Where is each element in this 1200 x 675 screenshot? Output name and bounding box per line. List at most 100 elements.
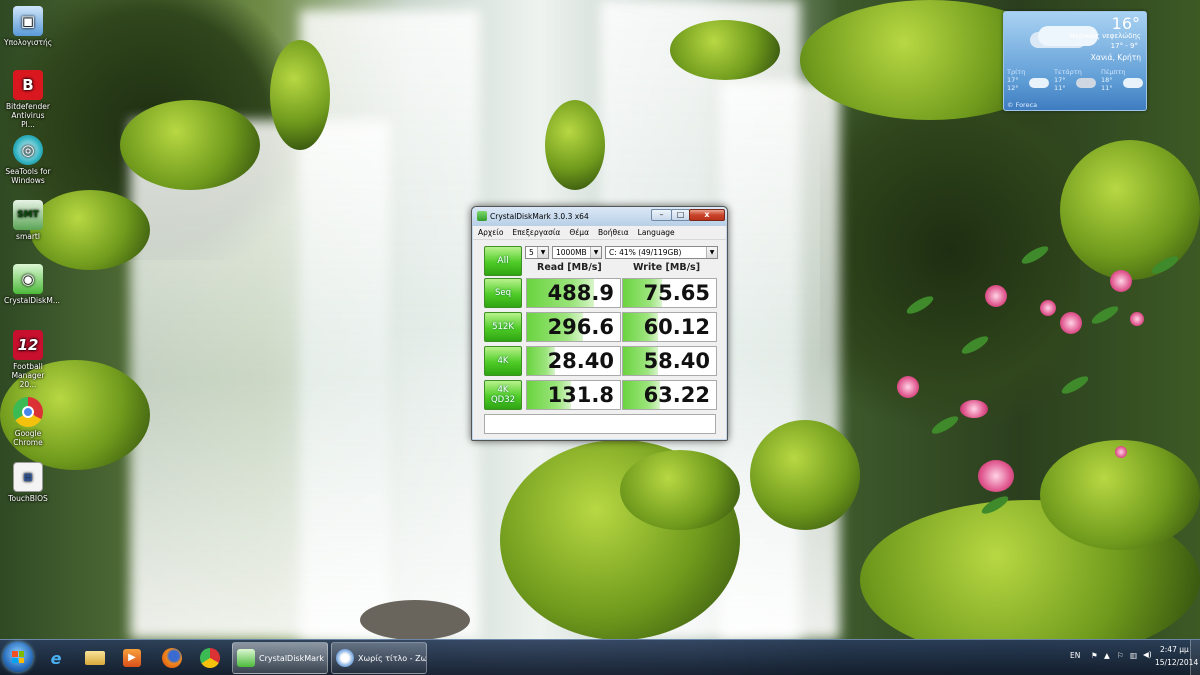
- run-all-button[interactable]: All: [484, 246, 522, 276]
- row-label: Seq: [494, 288, 512, 298]
- chevron-down-icon: ▼: [537, 247, 548, 258]
- smart-icon: SMT: [13, 200, 43, 230]
- 4k-read-number: 28.40: [547, 349, 614, 373]
- drive-select[interactable]: C: 41% (49/119GB) ▼: [605, 246, 718, 259]
- desktop-icon-chrome[interactable]: Google Chrome: [4, 397, 52, 447]
- firefox-icon[interactable]: [158, 644, 186, 672]
- desktop-icon-smartl[interactable]: SMT smartl: [4, 200, 52, 241]
- football-manager-icon: 12: [13, 330, 43, 360]
- clock-time[interactable]: 2:47 μμ: [1160, 645, 1189, 654]
- write-header: Write [MB/s]: [633, 262, 701, 273]
- menu-theme[interactable]: Θέμα: [564, 226, 593, 237]
- weather-gadget[interactable]: 16° Μερικώς νεφελώδης 17° - 9° Χανιά, Κρ…: [1003, 11, 1147, 111]
- close-button[interactable]: x: [689, 209, 725, 221]
- runs-select[interactable]: 5 ▼: [525, 246, 549, 259]
- forecast-day-name: Πέμπτη: [1101, 68, 1126, 76]
- chevron-down-icon: ▼: [590, 247, 601, 258]
- menu-edit[interactable]: Επεξεργασία: [507, 226, 564, 237]
- forecast-day: Τετάρτη 17° 11°: [1054, 68, 1098, 92]
- row-label: 4K: [497, 356, 509, 366]
- desktop-icon-seatools[interactable]: ◎ SeaTools for Windows: [4, 135, 52, 185]
- menu-language[interactable]: Language: [633, 226, 679, 237]
- taskbar: e ▶ CrystalDiskMark 3... Χωρίς τίτλο - Ζ…: [0, 639, 1200, 675]
- desktop-icon-computer[interactable]: ▣ Υπολογιστής: [4, 6, 52, 47]
- 4k-qd32-read-number: 131.8: [547, 383, 614, 407]
- seq-read-number: 488.9: [547, 281, 614, 305]
- bitdefender-icon: B: [13, 70, 43, 100]
- 512k-button[interactable]: 512K: [484, 312, 522, 342]
- desktop-icon-label: TouchBIOS: [8, 494, 48, 503]
- rain-cloud-icon: [1076, 78, 1096, 88]
- 512k-read-value: 296.6: [526, 312, 621, 342]
- desktop-icon-touchbios[interactable]: ▦ TouchBIOS: [4, 462, 52, 503]
- 4k-button[interactable]: 4K: [484, 346, 522, 376]
- volume-icon[interactable]: ◀): [1143, 650, 1152, 659]
- size-select[interactable]: 1000MB ▼: [552, 246, 602, 259]
- paint-icon: [336, 649, 354, 667]
- seatools-icon: ◎: [13, 135, 43, 165]
- desktop-icon-label: smartl: [16, 232, 40, 241]
- seq-write-number: 75.65: [643, 281, 710, 305]
- desktop-icon-crystaldiskmark[interactable]: ◉ CrystalDiskM...: [4, 264, 61, 305]
- desktop-icon-label: Bitdefender Antivirus Pl...: [5, 102, 50, 129]
- show-hidden-icons[interactable]: ▲: [1104, 651, 1110, 660]
- weather-brand: © Foreca: [1007, 101, 1038, 109]
- taskbar-task-crystaldiskmark[interactable]: CrystalDiskMark 3...: [232, 642, 328, 674]
- 4k-write-number: 58.40: [643, 349, 710, 373]
- 4k-qd32-write-number: 63.22: [643, 383, 710, 407]
- minimize-button[interactable]: –: [651, 209, 672, 221]
- desktop-icon-label: Google Chrome: [13, 429, 43, 447]
- 4k-qd32-button[interactable]: 4K QD32: [484, 380, 522, 410]
- row-label: 512K: [492, 322, 514, 332]
- weather-hilo: 17° - 9°: [1110, 42, 1138, 50]
- touchbios-icon: ▦: [13, 462, 43, 492]
- start-button[interactable]: [3, 642, 33, 672]
- computer-icon: ▣: [13, 6, 43, 36]
- comment-field[interactable]: [484, 414, 716, 434]
- action-center-icon[interactable]: ⚐: [1117, 651, 1124, 660]
- 512k-read-number: 296.6: [547, 315, 614, 339]
- network-icon[interactable]: ▥: [1130, 651, 1137, 660]
- forecast-day: Τρίτη 17° 12°: [1007, 68, 1051, 92]
- 512k-write-value: 60.12: [622, 312, 717, 342]
- crystaldiskmark-icon: [237, 649, 255, 667]
- desktop-icon-label: Football Manager 20...: [11, 362, 45, 389]
- desktop-icon-bitdefender[interactable]: B Bitdefender Antivirus Pl...: [4, 70, 52, 129]
- 4k-read-value: 28.40: [526, 346, 621, 376]
- benchmark-panel: All 5 ▼ 1000MB ▼ C: 41% (49/119GB) ▼ Rea…: [473, 240, 726, 439]
- chrome-icon: [13, 397, 43, 427]
- task-label: CrystalDiskMark 3...: [259, 653, 327, 663]
- menu-help[interactable]: Βοήθεια: [593, 226, 633, 237]
- chrome-icon[interactable]: [196, 644, 224, 672]
- forecast-day-name: Τρίτη: [1007, 68, 1026, 76]
- menu-bar: Αρχείο Επεξεργασία Θέμα Βοήθεια Language: [473, 226, 726, 240]
- forecast-day-name: Τετάρτη: [1054, 68, 1082, 76]
- weather-condition: Μερικώς νεφελώδης: [1069, 32, 1141, 40]
- row-sublabel: QD32: [490, 395, 516, 405]
- desktop-icon-label: Υπολογιστής: [4, 38, 53, 47]
- runs-value: 5: [529, 248, 534, 257]
- seq-button[interactable]: Seq: [484, 278, 522, 308]
- weather-temperature: 16°: [1111, 14, 1140, 33]
- maximize-button[interactable]: □: [671, 209, 690, 221]
- crystaldiskmark-icon: [477, 211, 487, 221]
- explorer-icon[interactable]: [81, 644, 109, 672]
- task-label: Χωρίς τίτλο - Ζω...: [358, 653, 427, 663]
- desktop-icon-label: SeaTools for Windows: [5, 167, 51, 185]
- media-player-icon[interactable]: ▶: [118, 644, 146, 672]
- desktop-icon-football-manager[interactable]: 12 Football Manager 20...: [4, 330, 52, 389]
- menu-file[interactable]: Αρχείο: [473, 226, 507, 237]
- chevron-down-icon: ▼: [706, 247, 717, 258]
- crystaldiskmark-window: CrystalDiskMark 3.0.3 x64 – □ x Αρχείο Επ…: [471, 206, 728, 441]
- desktop-icon-label: CrystalDiskM...: [4, 296, 61, 305]
- window-titlebar[interactable]: CrystalDiskMark 3.0.3 x64 – □ x: [472, 207, 727, 226]
- tray-flag-icon[interactable]: ⚑: [1091, 651, 1098, 660]
- language-indicator[interactable]: EN: [1070, 651, 1080, 660]
- read-header: Read [MB/s]: [537, 262, 602, 273]
- seq-read-value: 488.9: [526, 278, 621, 308]
- ie-icon[interactable]: e: [42, 644, 70, 672]
- seq-write-value: 75.65: [622, 278, 717, 308]
- show-desktop-button[interactable]: [1190, 640, 1200, 675]
- taskbar-task-paint[interactable]: Χωρίς τίτλο - Ζω...: [331, 642, 427, 674]
- forecast-day: Πέμπτη 18° 11°: [1101, 68, 1145, 92]
